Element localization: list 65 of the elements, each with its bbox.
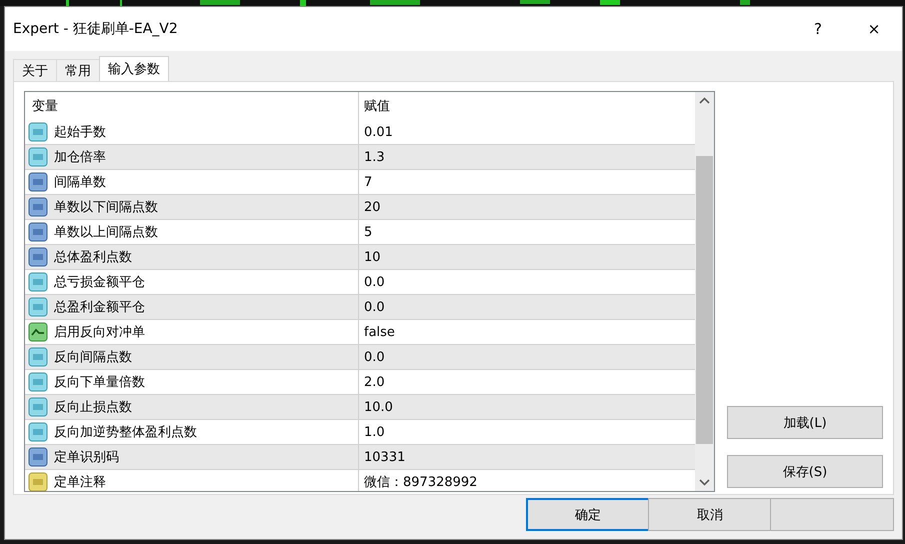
- parameter-row[interactable]: 定单注释 微信：897328992: [25, 470, 695, 491]
- dialog-button[interactable]: 确定: [526, 498, 650, 531]
- parameter-name: 反向下单量倍数: [54, 374, 145, 391]
- parameter-value: 1.0: [363, 424, 385, 440]
- parameter-value: 0.0: [363, 350, 385, 364]
- int-type-icon: [28, 247, 48, 267]
- parameter-name: 加仓倍率: [54, 149, 106, 166]
- int-type-icon: [28, 172, 48, 192]
- parameter-value: 0.01: [363, 124, 393, 140]
- parameter-name: 总体盈利点数: [54, 249, 132, 266]
- close-button[interactable]: ×: [846, 20, 902, 38]
- parameter-value: 2.0: [363, 374, 385, 390]
- parameter-name: 定单注释: [54, 474, 106, 491]
- parameter-row[interactable]: 总体盈利点数 10: [25, 245, 695, 270]
- double-type-icon: [28, 297, 48, 317]
- tab[interactable]: 输入参数: [99, 56, 169, 81]
- string-type-icon: [28, 472, 48, 491]
- dialog-button[interactable]: 取消: [648, 498, 772, 531]
- double-type-icon: [28, 422, 48, 442]
- parameter-value: 5: [363, 224, 372, 240]
- parameter-value: 10.0: [363, 400, 393, 414]
- parameter-name: 总盈利金额平仓: [54, 299, 145, 316]
- parameter-row[interactable]: 总盈利金额平仓 0.0: [25, 295, 695, 320]
- parameter-value: false: [363, 324, 395, 340]
- parameter-name: 总亏损金额平仓: [54, 274, 145, 291]
- bool-type-icon: [28, 322, 48, 342]
- parameter-value: 10331: [363, 450, 406, 464]
- parameter-name: 起始手数: [54, 124, 106, 141]
- scrollbar-thumb[interactable]: [696, 156, 713, 444]
- help-button[interactable]: ?: [790, 20, 846, 38]
- parameter-name: 定单识别码: [54, 449, 119, 466]
- parameter-row[interactable]: 加仓倍率 1.3: [25, 145, 695, 170]
- column-header: 变量: [25, 92, 359, 120]
- int-type-icon: [28, 447, 48, 467]
- int-type-icon: [28, 222, 48, 242]
- double-type-icon: [28, 272, 48, 292]
- parameter-value: 0.0: [363, 274, 385, 290]
- parameter-name: 反向间隔点数: [54, 349, 132, 366]
- window-title: Expert - 狂徒刷单-EA_V2: [13, 20, 179, 38]
- parameter-row[interactable]: 单数以下间隔点数 20: [25, 195, 695, 220]
- parameter-name: 反向加逆势整体盈利点数: [54, 424, 197, 441]
- parameter-name: 启用反向对冲单: [54, 324, 145, 341]
- parameter-name: 反向止损点数: [54, 399, 132, 416]
- parameter-name: 单数以上间隔点数: [54, 224, 158, 241]
- parameter-value: 微信：897328992: [363, 474, 478, 491]
- parameter-name: 间隔单数: [54, 174, 106, 191]
- parameter-value: 1.3: [363, 150, 385, 164]
- double-type-icon: [28, 147, 48, 167]
- side-button[interactable]: 保存(S): [727, 455, 883, 488]
- double-type-icon: [28, 347, 48, 367]
- side-button[interactable]: 加载(L): [727, 406, 883, 439]
- parameter-value: 0.0: [363, 300, 385, 314]
- column-header: 赋值: [363, 98, 390, 115]
- int-type-icon: [28, 197, 48, 217]
- parameter-row[interactable]: 定单识别码 10331: [25, 445, 695, 470]
- double-type-icon: [28, 372, 48, 392]
- parameter-value: 20: [363, 200, 381, 214]
- parameter-row[interactable]: 反向止损点数 10.0: [25, 395, 695, 420]
- double-type-icon: [28, 397, 48, 417]
- double-type-icon: [28, 122, 48, 142]
- parameter-value: 10: [363, 250, 381, 264]
- tab[interactable]: 关于: [13, 59, 57, 81]
- parameter-value: 7: [363, 174, 372, 190]
- parameter-name: 单数以下间隔点数: [54, 199, 158, 216]
- parameter-row[interactable]: 反向间隔点数 0.0: [25, 345, 695, 370]
